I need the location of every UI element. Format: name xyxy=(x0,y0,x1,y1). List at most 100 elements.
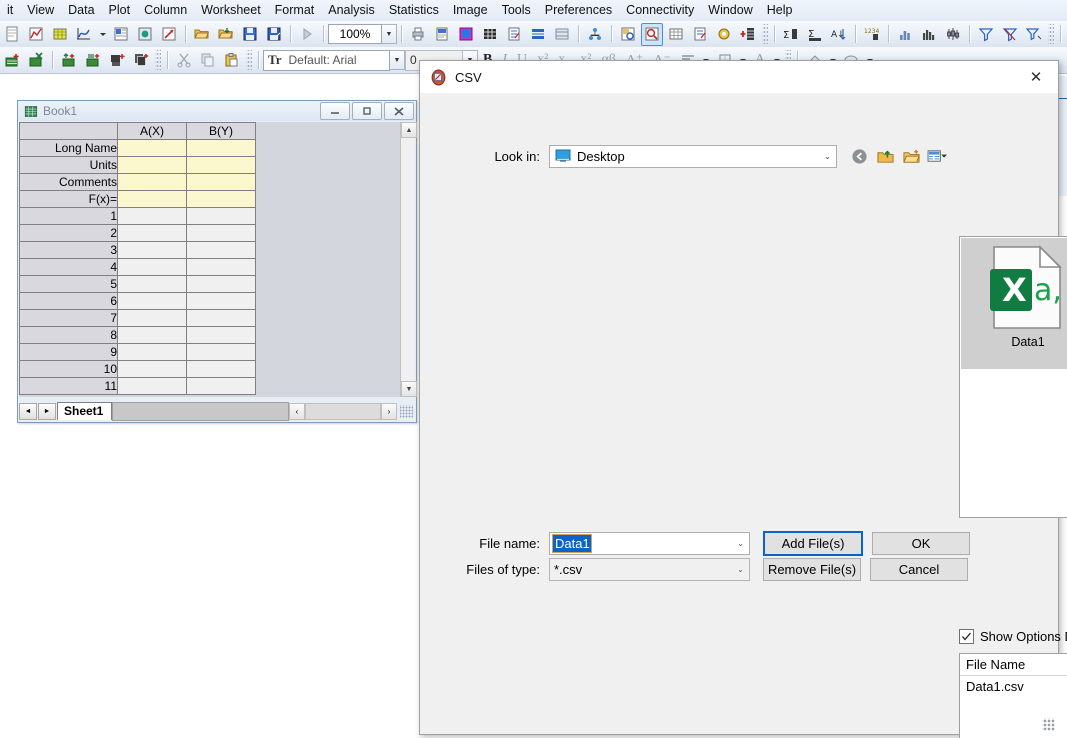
sheet-nav-prev-icon[interactable]: ◄ xyxy=(19,402,37,420)
sheet-tab-sheet1[interactable]: Sheet1 xyxy=(57,402,113,420)
row-header-4[interactable]: 4 xyxy=(19,258,118,276)
row-header-comments[interactable]: Comments xyxy=(19,173,118,191)
hscroll-left-icon[interactable]: ‹ xyxy=(289,402,305,420)
new-matrix-icon[interactable] xyxy=(110,23,132,46)
menu-item-plot[interactable]: Plot xyxy=(102,0,138,21)
menu-item-connectivity[interactable]: Connectivity xyxy=(619,0,701,21)
look-in-select[interactable]: Desktop ⌄ xyxy=(549,144,837,168)
sort-ascending-icon[interactable]: A↓ xyxy=(828,23,850,46)
row-header-2[interactable]: 2 xyxy=(19,224,118,242)
view-menu-icon[interactable] xyxy=(927,146,948,166)
worksheet-grid-area[interactable]: A(X) B(Y) Long Name Units Comments F(x)=… xyxy=(19,122,413,397)
duplicate-sheet-icon[interactable] xyxy=(130,49,152,72)
cell-1-a[interactable] xyxy=(117,207,187,225)
tile-horizontal-icon[interactable] xyxy=(527,23,549,46)
hscroll-right-icon[interactable]: › xyxy=(381,402,397,420)
histogram-icon[interactable] xyxy=(918,23,940,46)
toolbar-grip[interactable] xyxy=(246,50,252,70)
show-options-checkbox[interactable] xyxy=(959,628,974,644)
new-layout-icon[interactable] xyxy=(158,23,180,46)
new-project-icon[interactable] xyxy=(1,23,23,46)
new-folder-icon[interactable] xyxy=(901,146,922,166)
file-tile-data1[interactable]: X a, Data1 xyxy=(961,238,1067,369)
add-row-icon[interactable] xyxy=(1,49,23,72)
copy-icon[interactable] xyxy=(197,49,219,72)
hscroll-track[interactable] xyxy=(305,402,381,420)
cell-fx-a[interactable] xyxy=(117,190,187,208)
statistics-on-columns-icon[interactable]: Σ xyxy=(780,23,802,46)
new-graph-icon[interactable] xyxy=(25,23,47,46)
cancel-button[interactable]: Cancel xyxy=(870,558,968,581)
tile-vertical-icon[interactable] xyxy=(551,23,573,46)
new-plot-dropdown-icon[interactable] xyxy=(97,23,108,46)
sheet-nav-next-icon[interactable]: ► xyxy=(38,402,56,420)
run-script-icon[interactable] xyxy=(296,23,318,46)
workbook-window-book1[interactable]: Book1 A(X) B(Y) Long Name Units Comments… xyxy=(17,100,417,423)
cut-icon[interactable] xyxy=(173,49,195,72)
filter-icon[interactable] xyxy=(975,23,997,46)
edit-note-icon[interactable] xyxy=(503,23,525,46)
column-header-file-name[interactable]: File Name xyxy=(960,654,1067,675)
menu-item-format[interactable]: Format xyxy=(268,0,322,21)
dialog-resize-grip[interactable] xyxy=(1042,718,1055,731)
cell-5-a[interactable] xyxy=(117,275,187,293)
save-icon[interactable] xyxy=(239,23,261,46)
results-log-icon[interactable] xyxy=(617,23,639,46)
column-header-a[interactable]: A(X) xyxy=(117,122,187,140)
cell-9-a[interactable] xyxy=(117,343,187,361)
file-browser-pane[interactable]: X a, Data1 Rectangular Snip xyxy=(959,236,1067,518)
cell-7-a[interactable] xyxy=(117,309,187,327)
box-chart-icon[interactable] xyxy=(942,23,964,46)
data-reader-icon[interactable] xyxy=(641,22,663,46)
new-workbook-icon[interactable] xyxy=(49,23,71,46)
chevron-down-icon[interactable]: ⌄ xyxy=(819,152,836,161)
cell-longname-b[interactable] xyxy=(186,139,256,157)
menu-item-image[interactable]: Image xyxy=(446,0,495,21)
row-header-1[interactable]: 1 xyxy=(19,207,118,225)
cell-comments-b[interactable] xyxy=(186,173,256,191)
grid-corner[interactable] xyxy=(19,122,118,140)
dialog-title-bar[interactable]: CSV ✕ xyxy=(420,61,1058,93)
row-header-7[interactable]: 7 xyxy=(19,309,118,327)
menu-item-edit[interactable]: it xyxy=(0,0,20,21)
row-header-10[interactable]: 10 xyxy=(19,360,118,378)
menu-item-statistics[interactable]: Statistics xyxy=(382,0,446,21)
add-files-button[interactable]: Add File(s) xyxy=(763,531,863,556)
filter-options-icon[interactable] xyxy=(1023,23,1045,46)
cell-1-b[interactable] xyxy=(186,207,256,225)
row-header-units[interactable]: Units xyxy=(19,156,118,174)
cell-6-b[interactable] xyxy=(186,292,256,310)
menu-item-preferences[interactable]: Preferences xyxy=(538,0,619,21)
files-of-type-select[interactable]: *.csv ⌄ xyxy=(549,558,750,581)
toolbar-grip[interactable] xyxy=(1048,24,1054,44)
font-name-dropdown-icon[interactable]: ▼ xyxy=(390,50,405,70)
chevron-down-icon[interactable]: ⌄ xyxy=(732,539,749,548)
close-icon[interactable]: ✕ xyxy=(1014,61,1058,93)
up-one-level-icon[interactable] xyxy=(875,146,896,166)
cell-longname-a[interactable] xyxy=(117,139,187,157)
bar-chart-icon[interactable] xyxy=(894,23,916,46)
row-header-8[interactable]: 8 xyxy=(19,326,118,344)
scroll-down-icon[interactable]: ▼ xyxy=(401,381,417,397)
worksheet-horizontal-scrollbar[interactable]: ‹ › xyxy=(289,402,397,420)
print-icon[interactable] xyxy=(407,23,429,46)
menu-item-help[interactable]: Help xyxy=(760,0,800,21)
cell-11-b[interactable] xyxy=(186,377,256,395)
chevron-down-icon[interactable]: ⌄ xyxy=(732,565,749,574)
menu-item-data[interactable]: Data xyxy=(61,0,101,21)
menu-item-column[interactable]: Column xyxy=(137,0,194,21)
statistics-on-rows-icon[interactable]: Σ xyxy=(804,23,826,46)
cell-comments-a[interactable] xyxy=(117,173,187,191)
scroll-up-icon[interactable]: ▲ xyxy=(401,122,417,138)
toolbar-grip[interactable] xyxy=(155,50,161,70)
open-icon[interactable] xyxy=(191,23,213,46)
cell-5-b[interactable] xyxy=(186,275,256,293)
cell-4-b[interactable] xyxy=(186,258,256,276)
workbook-close-button[interactable] xyxy=(384,102,414,120)
worksheet-grid[interactable]: A(X) B(Y) Long Name Units Comments F(x)=… xyxy=(19,122,256,395)
workbook-title-bar[interactable]: Book1 xyxy=(18,101,416,121)
project-explorer-icon[interactable] xyxy=(584,23,606,46)
worksheet-script-icon[interactable] xyxy=(689,23,711,46)
cell-3-a[interactable] xyxy=(117,241,187,259)
cell-11-a[interactable] xyxy=(117,377,187,395)
